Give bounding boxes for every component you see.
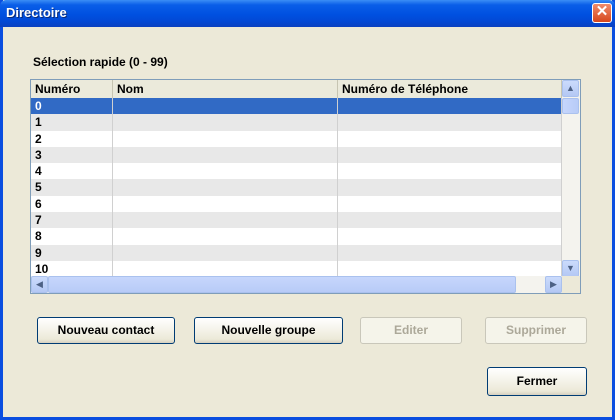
cell-telephone (338, 228, 562, 245)
cell-telephone (338, 212, 562, 229)
arrow-right-icon[interactable]: ▶ (545, 276, 562, 293)
new-group-button[interactable]: Nouvelle groupe (194, 317, 343, 344)
column-header-telephone[interactable]: Numéro de Téléphone (338, 80, 562, 98)
column-header-numero[interactable]: Numéro (31, 80, 113, 98)
table-row[interactable]: 5 (31, 179, 562, 196)
arrow-left-icon[interactable]: ◀ (31, 276, 48, 293)
horizontal-scroll-thumb[interactable] (48, 276, 516, 293)
table-row[interactable]: 2 (31, 130, 562, 147)
close-icon[interactable]: ✕ (592, 3, 612, 23)
scroll-corner (562, 276, 580, 293)
directory-list[interactable]: Numéro Nom Numéro de Téléphone 012345678… (30, 79, 581, 294)
cell-nom (113, 130, 338, 147)
cell-numero: 10 (31, 260, 113, 277)
cell-telephone (338, 179, 562, 196)
column-header-nom[interactable]: Nom (113, 80, 338, 98)
cell-numero: 7 (31, 212, 113, 229)
horizontal-scrollbar[interactable]: ◀ ▶ (31, 276, 562, 293)
cell-nom (113, 195, 338, 213)
cell-nom (113, 212, 338, 229)
cell-numero: 6 (31, 195, 113, 213)
new-contact-button[interactable]: Nouveau contact (37, 317, 175, 344)
table-row[interactable]: 10 (31, 260, 562, 277)
arrow-up-icon[interactable]: ▲ (562, 80, 579, 97)
speed-dial-label: Sélection rapide (0 - 99) (33, 55, 168, 69)
edit-button[interactable]: Editer (360, 317, 462, 344)
table-row[interactable]: 4 (31, 163, 562, 180)
table-row[interactable]: 6 (31, 195, 562, 213)
cell-numero: 4 (31, 163, 113, 180)
close-button[interactable]: Fermer (487, 367, 587, 396)
cell-telephone (338, 130, 562, 147)
cell-nom (113, 146, 338, 164)
cell-nom (113, 114, 338, 131)
cell-numero: 5 (31, 179, 113, 196)
cell-nom (113, 244, 338, 261)
cell-numero: 3 (31, 146, 113, 164)
title-bar[interactable]: Directoire ✕ (0, 0, 615, 27)
cell-numero: 8 (31, 228, 113, 245)
arrow-down-icon[interactable]: ▼ (562, 260, 579, 277)
cell-telephone (338, 146, 562, 164)
cell-telephone (338, 244, 562, 261)
cell-nom (113, 260, 338, 277)
table-row[interactable]: 8 (31, 228, 562, 245)
table-row[interactable]: 3 (31, 146, 562, 164)
cell-telephone (338, 98, 562, 115)
table-row[interactable]: 1 (31, 114, 562, 131)
cell-numero: 2 (31, 130, 113, 147)
vertical-scroll-thumb[interactable] (562, 98, 579, 114)
table-row[interactable]: 0 (31, 98, 562, 115)
table-row[interactable]: 9 (31, 244, 562, 261)
table-row[interactable]: 7 (31, 212, 562, 229)
cell-nom (113, 228, 338, 245)
cell-nom (113, 179, 338, 196)
vertical-scrollbar[interactable]: ▲ ▼ (562, 80, 580, 277)
window-title: Directoire (6, 5, 67, 20)
cell-telephone (338, 163, 562, 180)
cell-telephone (338, 195, 562, 213)
cell-telephone (338, 114, 562, 131)
cell-numero: 1 (31, 114, 113, 131)
cell-nom (113, 163, 338, 180)
list-rows: 0 1 2 3 4 5 6 7 8 9 10 (31, 98, 562, 277)
delete-button[interactable]: Supprimer (485, 317, 587, 344)
cell-nom (113, 98, 338, 115)
cell-numero: 9 (31, 244, 113, 261)
directory-dialog: Directoire ✕ Sélection rapide (0 - 99) N… (0, 0, 615, 420)
cell-telephone (338, 260, 562, 277)
list-header: Numéro Nom Numéro de Téléphone (31, 80, 562, 99)
cell-numero: 0 (31, 98, 113, 115)
